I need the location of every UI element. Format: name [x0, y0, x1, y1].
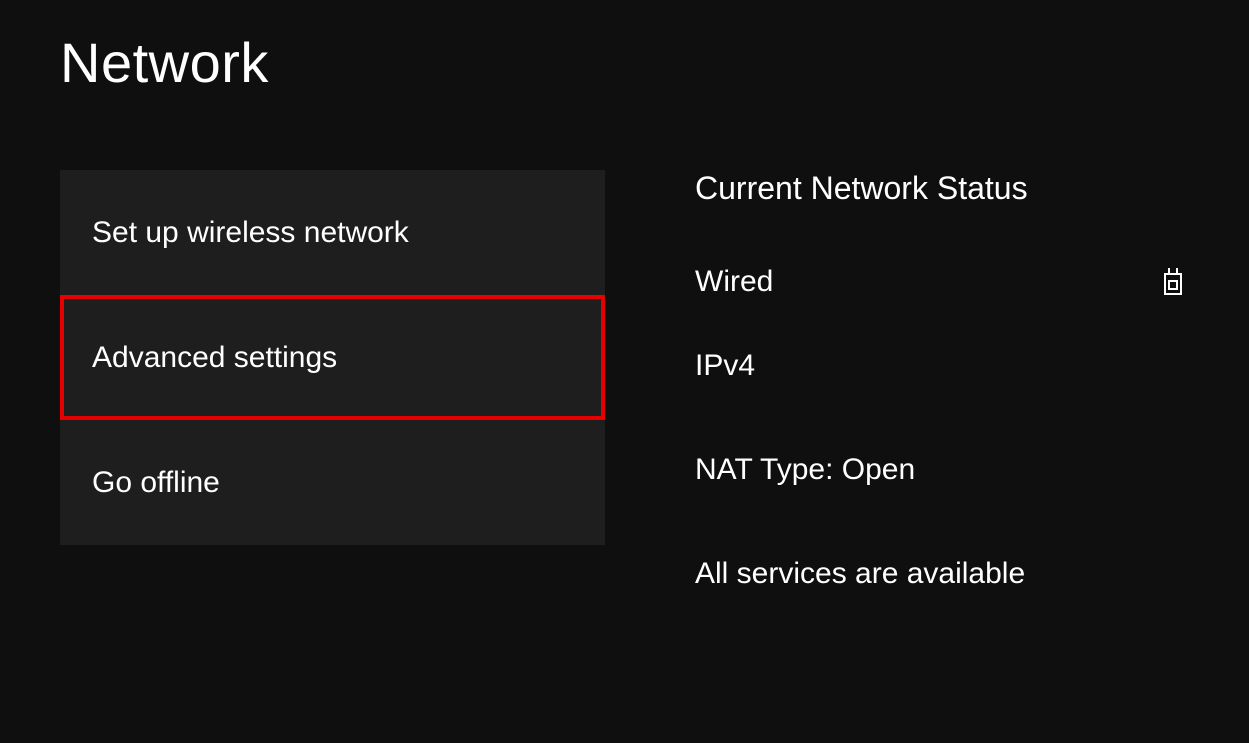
- menu-item-label: Advanced settings: [92, 341, 337, 375]
- status-details: IPv4 NAT Type: Open All services are ava…: [695, 349, 1189, 591]
- services-status-label: All services are available: [695, 557, 1189, 591]
- status-heading: Current Network Status: [695, 170, 1189, 207]
- settings-menu: Set up wireless network Advanced setting…: [60, 170, 605, 591]
- page-title: Network: [60, 30, 1189, 95]
- nat-type-label: NAT Type: Open: [695, 453, 1189, 487]
- network-status-panel: Current Network Status Wired IPv4 NAT Ty…: [695, 170, 1189, 591]
- menu-item-setup-wireless[interactable]: Set up wireless network: [60, 170, 605, 295]
- menu-item-label: Go offline: [92, 466, 220, 500]
- network-settings-page: Network Set up wireless network Advanced…: [0, 0, 1249, 591]
- menu-item-go-offline[interactable]: Go offline: [60, 420, 605, 545]
- content-area: Set up wireless network Advanced setting…: [60, 170, 1189, 591]
- menu-item-advanced-settings[interactable]: Advanced settings: [60, 295, 605, 420]
- ip-version-label: IPv4: [695, 349, 1189, 383]
- ethernet-plug-icon: [1162, 267, 1184, 297]
- connection-type-label: Wired: [695, 265, 773, 299]
- menu-item-label: Set up wireless network: [92, 216, 409, 250]
- connection-type-row: Wired: [695, 265, 1189, 299]
